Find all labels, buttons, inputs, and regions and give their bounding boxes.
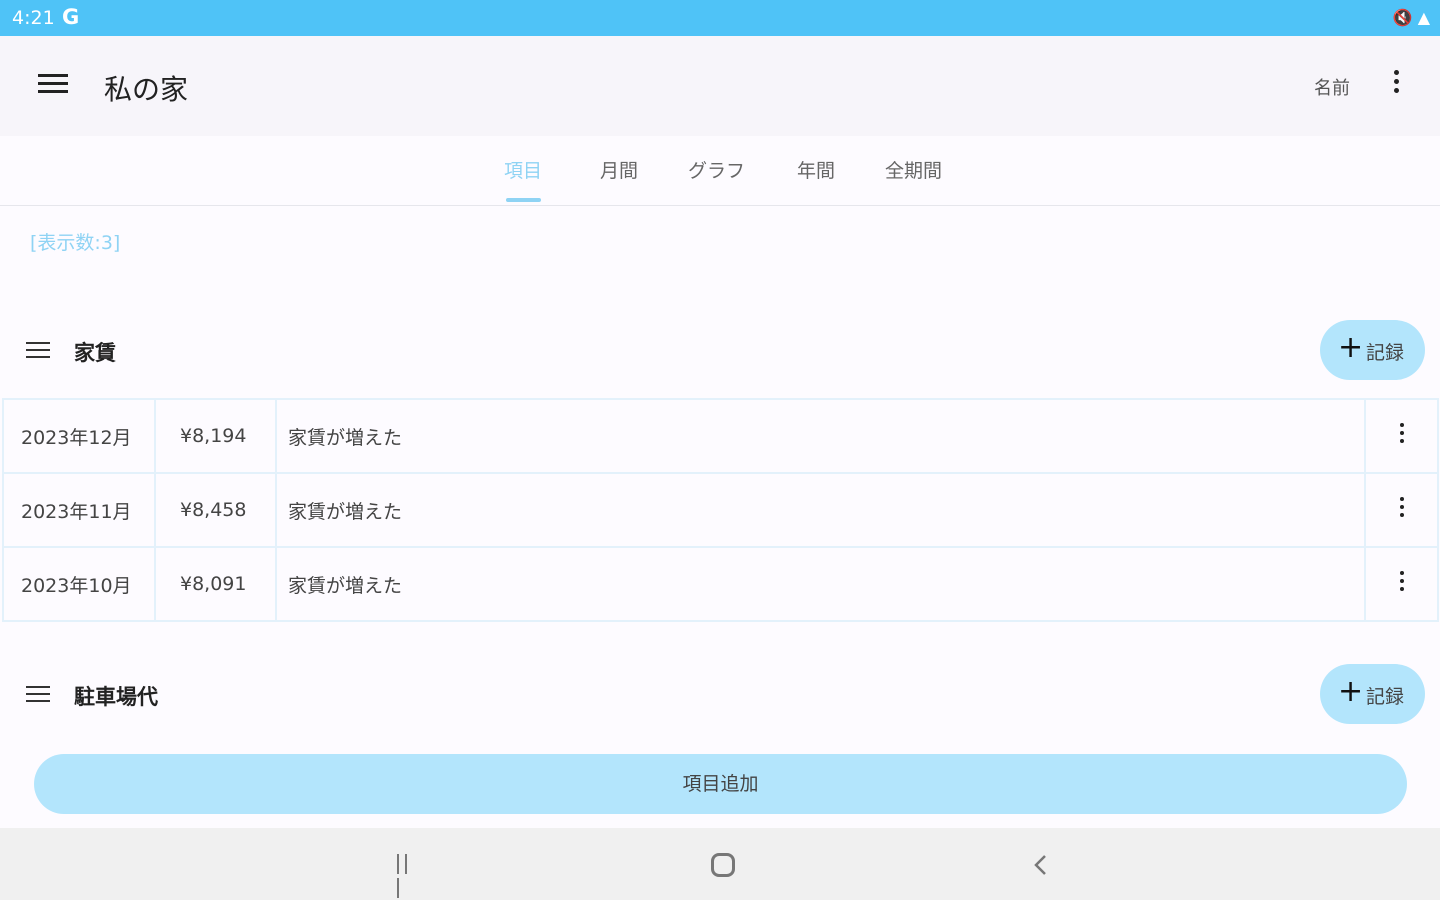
record-date: 2023年11月 (2, 472, 156, 548)
tab-monthly[interactable]: 月間 (600, 156, 638, 183)
record-memo: 家賃が増えた (275, 472, 1366, 548)
row-more-options-icon[interactable] (1396, 497, 1408, 523)
row-menu-cell (1364, 546, 1439, 622)
system-nav-bar (0, 828, 1440, 900)
category-header-parking: 駐車場代 + 記録 (0, 664, 1440, 726)
record-table: 2023年12月 ¥8,194 家賃が増えた 2023年11月 ¥8,458 家… (2, 398, 1439, 622)
hamburger-menu-icon[interactable] (38, 74, 68, 98)
record-date: 2023年12月 (2, 398, 156, 474)
drag-handle-icon[interactable] (26, 342, 50, 360)
tab-items[interactable]: 項目 (504, 156, 542, 183)
more-options-icon[interactable] (1390, 70, 1402, 100)
tab-bar: 項目 月間 グラフ 年間 全期間 (0, 136, 1440, 206)
tab-yearly[interactable]: 年間 (797, 156, 835, 183)
recent-apps-icon[interactable] (397, 854, 419, 898)
google-icon: G (62, 5, 80, 29)
drag-handle-icon[interactable] (26, 686, 50, 704)
active-tab-indicator (506, 198, 541, 202)
record-amount: ¥8,091 (154, 546, 277, 622)
plus-icon: + (1338, 674, 1364, 709)
add-item-button[interactable]: 項目追加 (34, 754, 1407, 814)
table-row: 2023年10月 ¥8,091 家賃が増えた (2, 546, 1439, 622)
category-header-rent: 家賃 + 記録 (0, 320, 1440, 382)
row-more-options-icon[interactable] (1396, 423, 1408, 449)
record-amount: ¥8,194 (154, 398, 277, 474)
record-memo: 家賃が増えた (275, 398, 1366, 474)
home-icon[interactable] (711, 853, 735, 877)
tab-all-period[interactable]: 全期間 (885, 156, 942, 183)
row-menu-cell (1364, 472, 1439, 548)
status-icons: 🔇 ▲ (1392, 8, 1430, 27)
record-date: 2023年10月 (2, 546, 156, 622)
app-bar: 私の家 名前 (0, 36, 1440, 136)
status-time: 4:21 (12, 7, 55, 29)
name-button[interactable]: 名前 (1314, 74, 1350, 100)
record-amount: ¥8,458 (154, 472, 277, 548)
category-name: 家賃 (74, 341, 116, 365)
table-row: 2023年11月 ¥8,458 家賃が増えた (2, 472, 1439, 548)
record-button-label: 記録 (1366, 342, 1405, 364)
row-menu-cell (1364, 398, 1439, 474)
back-icon[interactable] (1033, 854, 1049, 876)
record-button-label: 記録 (1366, 686, 1405, 708)
table-row: 2023年12月 ¥8,194 家賃が増えた (2, 398, 1439, 474)
category-name: 駐車場代 (74, 685, 158, 709)
row-more-options-icon[interactable] (1396, 571, 1408, 597)
record-memo: 家賃が増えた (275, 546, 1366, 622)
page-title: 私の家 (104, 73, 189, 106)
add-record-button[interactable]: + 記録 (1320, 320, 1425, 380)
tab-graph[interactable]: グラフ (688, 156, 745, 183)
add-record-button[interactable]: + 記録 (1320, 664, 1425, 724)
plus-icon: + (1338, 330, 1364, 365)
status-bar: 4:21 G 🔇 ▲ (0, 0, 1440, 36)
display-count-label: [表示数:3] (30, 232, 121, 254)
